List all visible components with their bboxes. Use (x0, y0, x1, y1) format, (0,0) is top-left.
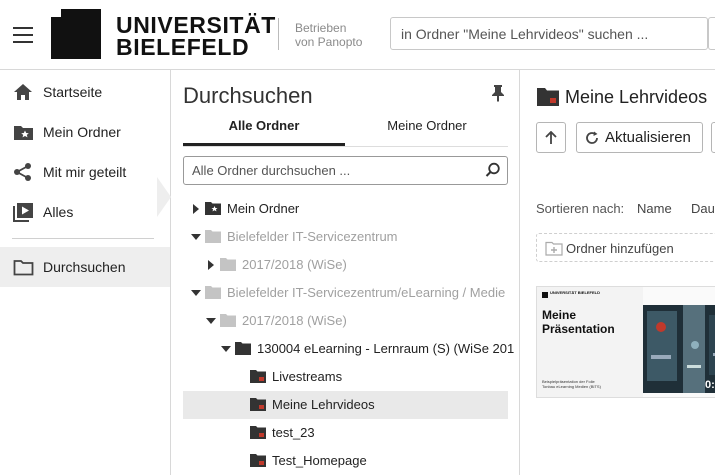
arrow-up-icon (545, 130, 557, 144)
folder-red-icon (250, 454, 266, 467)
slide-logo-mark (542, 292, 548, 298)
browse-title: Durchsuchen (183, 83, 313, 108)
nav-divider (12, 238, 154, 239)
folder-title: Meine Lehrvideos (565, 87, 708, 107)
folder-red-icon (537, 88, 559, 106)
browse-panel: Durchsuchen Alle Ordner Meine Ordner Mei… (171, 70, 520, 475)
refresh-icon (586, 131, 598, 144)
sort-by-duration[interactable]: Dau (691, 201, 715, 216)
folder-star-icon (205, 202, 221, 215)
sidebar-item-mein-ordner[interactable]: Mein Ordner (0, 112, 170, 152)
top-search-input[interactable] (391, 18, 707, 49)
logo-divider (278, 18, 279, 50)
tree-item-it-servicezentrum[interactable]: Bielefelder IT-Servicezentrum (183, 223, 508, 251)
session-thumbnail[interactable]: UNIVERSITÄT BIELEFELD Meine Präsentation… (536, 286, 715, 398)
hamburger-menu-icon[interactable] (13, 27, 33, 43)
tree-item-it-servicezentrum-elearning[interactable]: Bielefelder IT-Servicezentrum/eLearning … (183, 279, 508, 307)
chevron-down-icon[interactable] (206, 316, 216, 326)
search-button[interactable] (708, 17, 715, 50)
chevron-right-icon[interactable] (206, 260, 216, 270)
refresh-button[interactable]: Aktualisieren (576, 122, 703, 153)
active-nav-pointer (157, 177, 171, 217)
tree-item-test-23[interactable]: test_23 (183, 419, 508, 447)
pin-icon[interactable] (491, 84, 507, 102)
search-icon[interactable] (485, 162, 501, 178)
tree-item-2017-2018-wise-elearning[interactable]: 2017/2018 (WiSe) (183, 307, 508, 335)
tree-item-2017-2018-wise[interactable]: 2017/2018 (WiSe) (183, 251, 508, 279)
sidebar-item-alles[interactable]: Alles (0, 192, 170, 232)
folder-red-icon (250, 370, 266, 383)
university-logo-text: UNIVERSITÄT BIELEFELD (116, 12, 276, 60)
sort-label: Sortieren nach: (536, 201, 625, 216)
slide-preview: UNIVERSITÄT BIELEFELD Meine Präsentation… (537, 287, 643, 397)
slide-logo-text: UNIVERSITÄT BIELEFELD (550, 290, 601, 295)
tree-item-test-homepage[interactable]: Test_Homepage (183, 447, 508, 475)
folder-icon (205, 286, 221, 299)
folder-icon (235, 342, 251, 355)
sidebar-item-durchsuchen[interactable]: Durchsuchen (0, 247, 170, 287)
share-icon (12, 161, 34, 183)
play-library-icon (12, 201, 34, 223)
folder-outline-icon (12, 256, 34, 278)
tree-item-meine-lehrvideos[interactable]: Meine Lehrvideos (183, 391, 508, 419)
parent-folder-button[interactable] (536, 122, 566, 153)
folder-icon (205, 230, 221, 243)
logo-line-1: UNIVERSITÄT (116, 12, 276, 38)
folder-search-box[interactable] (390, 17, 708, 50)
tree-item-mein-ordner[interactable]: Mein Ordner (183, 195, 508, 223)
left-navigation: Startseite Mein Ordner Mit mir geteilt A… (0, 70, 171, 475)
folder-red-icon (250, 426, 266, 439)
folder-content: Meine Lehrvideos Aktualisieren Sortieren… (521, 70, 715, 475)
slide-title: Meine Präsentation (542, 308, 615, 336)
sort-by-name[interactable]: Name (637, 201, 672, 216)
chevron-down-icon[interactable] (191, 232, 201, 242)
tree-item-livestreams[interactable]: Livestreams (183, 363, 508, 391)
folder-icon (220, 258, 236, 271)
folder-star-icon (12, 121, 34, 143)
slide-subtitle: Beispielpräsentation der Folie Tonbau eL… (542, 379, 601, 389)
top-bar: UNIVERSITÄT BIELEFELD Betrieben von Pano… (0, 0, 715, 70)
powered-by-panopto: Betrieben von Panopto (295, 21, 363, 49)
tree-item-130004-elearning-lernraum[interactable]: 130004 eLearning - Lernraum (S) (WiSe 20… (183, 335, 514, 363)
folder-icon (220, 314, 236, 327)
sidebar-item-mit-mir-geteilt[interactable]: Mit mir geteilt (0, 152, 170, 192)
add-folder-button[interactable]: Ordner hinzufügen (536, 233, 715, 262)
chevron-down-icon[interactable] (191, 288, 201, 298)
tab-alle-ordner[interactable]: Alle Ordner (183, 118, 345, 146)
tabs-underline (183, 146, 508, 147)
home-icon (12, 81, 34, 103)
sidebar-item-startseite[interactable]: Startseite (0, 72, 170, 112)
session-duration: 0: (705, 379, 715, 391)
logo-line-2: BIELEFELD (116, 34, 250, 60)
folder-red-icon (250, 398, 266, 411)
chevron-down-icon[interactable] (221, 344, 231, 354)
folder-search-input[interactable] (184, 157, 474, 184)
folder-search-field[interactable] (183, 156, 508, 185)
chevron-right-icon[interactable] (191, 204, 201, 214)
folder-add-icon (545, 241, 563, 256)
tab-meine-ordner[interactable]: Meine Ordner (346, 118, 508, 146)
more-button[interactable] (711, 122, 715, 153)
